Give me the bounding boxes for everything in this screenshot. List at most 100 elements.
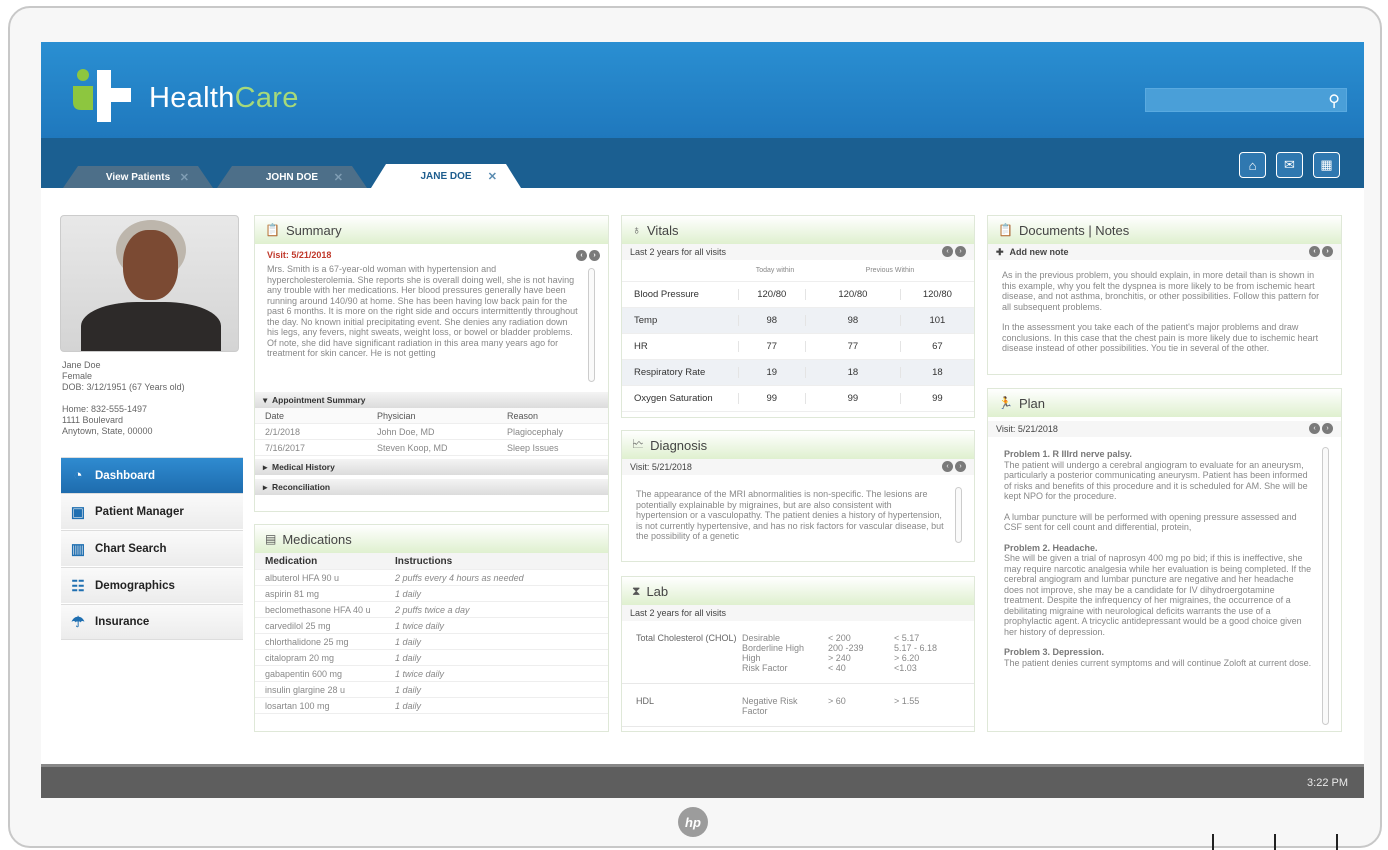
prev-arrow-icon[interactable]: ‹ [942, 461, 953, 472]
summary-panel: 📋 Summary Visit: 5/21/2018 ‹ › Mrs. Smith i… [254, 215, 609, 512]
patient-contact: Home: 832-555-1497 1111 Boulevard Anytow… [62, 404, 153, 437]
nav-dashboard[interactable]: ◔ Dashboard [61, 457, 243, 493]
tab-view-patients[interactable]: View Patients ✕ [63, 166, 213, 188]
patient-address2: Anytown, State, 00000 [62, 426, 153, 436]
lab-table: Total Cholesterol (CHOL) Desirable Border… [622, 621, 974, 727]
healthcare-logo [73, 69, 131, 122]
diagnosis-visit: Visit: 5/21/2018 ‹ › [622, 459, 974, 475]
appointment-row[interactable]: 7/16/2017 Steven Koop, MD Sleep Issues [255, 440, 608, 456]
vitals-row: Respiratory Rate 19 18 18 [622, 360, 974, 386]
medications-title: Medications [282, 531, 352, 547]
stethoscope-icon: ♁ [632, 223, 641, 237]
note-paragraph-1: As in the previous problem, you should e… [1002, 270, 1320, 312]
lab-panel: ⧗ Lab Last 2 years for all visits Total C… [621, 576, 975, 732]
briefcase-icon: ▣ [70, 503, 86, 521]
nav-demographics[interactable]: ☷ Demographics [61, 567, 243, 603]
patient-identity: Jane Doe Female DOB: 3/12/1951 (67 Years… [62, 360, 185, 393]
medication-row[interactable]: losartan 100 mg 1 daily [255, 698, 608, 714]
appointment-header: Date Physician Reason [255, 408, 608, 424]
medical-history-toggle[interactable]: ▸ Medical History [255, 459, 608, 475]
mail-icon[interactable]: ✉ [1276, 152, 1303, 178]
medications-header: Medication Instructions [255, 553, 608, 570]
medication-row[interactable]: carvedilol 25 mg 1 twice daily [255, 618, 608, 634]
nav-insurance[interactable]: ☂ Insurance [61, 604, 243, 640]
documents-panel: 📋 Documents | Notes ✚ Add new note ‹ › As in… [987, 215, 1342, 375]
stand-leg [1274, 834, 1276, 850]
patient-sex: Female [62, 371, 93, 381]
calendar-icon[interactable]: ▦ [1313, 152, 1340, 178]
app-screen: HealthCare ⚲ View Patients ✕ JOHN DOE ✕ JA… [41, 42, 1364, 798]
plan-panel: 🏃 Plan Visit: 5/21/2018 ‹ › Problem 1. R II… [987, 388, 1342, 732]
app-header: HealthCare ⚲ [41, 42, 1364, 138]
pill-bottle-icon: ▤ [265, 532, 277, 546]
document-icon: 📋 [998, 223, 1013, 237]
lab-title: Lab [646, 583, 669, 599]
clock: 3:22 PM [1307, 777, 1348, 789]
next-arrow-icon[interactable]: › [589, 250, 600, 261]
bar-chart-icon: ▥ [70, 540, 86, 558]
vitals-row: Temp 98 98 101 [622, 308, 974, 334]
nav-patient-manager[interactable]: ▣ Patient Manager [61, 493, 243, 529]
medication-row[interactable]: aspirin 81 mg 1 daily [255, 586, 608, 602]
close-icon[interactable]: ✕ [334, 171, 343, 184]
search-icon[interactable]: ⚲ [1328, 91, 1340, 111]
medication-row[interactable]: gabapentin 600 mg 1 twice daily [255, 666, 608, 682]
medication-row[interactable]: insulin glargine 28 u1 daily [255, 682, 608, 698]
prev-arrow-icon[interactable]: ‹ [1309, 246, 1320, 257]
lab-subheader: Last 2 years for all visits [622, 605, 974, 621]
speedometer-icon: ◔ [73, 467, 83, 484]
medication-row[interactable]: citalopram 20 mg 1 daily [255, 650, 608, 666]
next-arrow-icon[interactable]: › [955, 461, 966, 472]
stand-leg [1336, 834, 1338, 850]
tab-john-doe[interactable]: JOHN DOE ✕ [217, 166, 367, 188]
prev-arrow-icon[interactable]: ‹ [576, 250, 587, 261]
summary-scrollbar[interactable] [588, 268, 595, 382]
close-icon[interactable]: ✕ [488, 170, 497, 183]
plan-scrollbar[interactable] [1322, 447, 1329, 725]
hp-logo: hp [678, 807, 708, 837]
patient-name: Jane Doe [62, 360, 101, 370]
patient-address1: 1111 Boulevard [62, 415, 124, 425]
appointment-row[interactable]: 2/1/2018 John Doe, MD Plagiocephaly [255, 424, 608, 440]
close-icon[interactable]: ✕ [180, 171, 189, 184]
next-arrow-icon[interactable]: › [1322, 246, 1333, 257]
medication-row[interactable]: albuterol HFA 90 u2 puffs every 4 hours … [255, 570, 608, 586]
umbrella-icon: ☂ [71, 614, 85, 631]
medication-row[interactable]: chlorthalidone 25 mg 1 daily [255, 634, 608, 650]
medication-row[interactable]: beclomethasone HFA 40 u2 puffs twice a d… [255, 602, 608, 618]
home-icon[interactable]: ⌂ [1239, 152, 1266, 178]
lab-row: Total Cholesterol (CHOL) Desirable Border… [622, 621, 974, 684]
vitals-row: Oxygen Saturation 99 99 99 [622, 386, 974, 412]
prev-arrow-icon[interactable]: ‹ [1309, 423, 1320, 434]
summary-text: Mrs. Smith is a 67-year-old woman with h… [267, 264, 578, 358]
tab-jane-doe[interactable]: JANE DOE ✕ [371, 164, 521, 188]
nav-chart-search[interactable]: ▥ Chart Search [61, 530, 243, 566]
add-note-button[interactable]: ✚ Add new note ‹ › [988, 244, 1341, 260]
plan-title: Plan [1018, 395, 1045, 411]
vitals-row: Blood Pressure 120/80 120/80 120/80 [622, 282, 974, 308]
search-input[interactable]: ⚲ [1145, 88, 1347, 112]
next-arrow-icon[interactable]: › [1322, 423, 1333, 434]
medications-panel: ▤ Medications Medication Instructions albu… [254, 524, 609, 732]
next-arrow-icon[interactable]: › [955, 246, 966, 257]
hourglass-icon: ⧗ [632, 583, 641, 598]
note-paragraph-2: In the assessment you take each of the p… [1002, 322, 1319, 353]
people-icon: ☷ [71, 577, 85, 595]
patient-photo [60, 215, 239, 352]
plus-icon: ✚ [996, 246, 1004, 257]
running-person-icon: 🏃 [998, 396, 1013, 410]
prev-arrow-icon[interactable]: ‹ [942, 246, 953, 257]
lab-row: HDL Negative Risk Factor > 60 > 1.55 [622, 684, 974, 727]
diagnosis-title: Diagnosis [650, 437, 708, 453]
clipboard-icon: 📋 [265, 223, 280, 237]
diagnosis-panel: 🗠 Diagnosis Visit: 5/21/2018 ‹ › The appear… [621, 430, 975, 562]
vitals-subheader: Last 2 years for all visits ‹ › [622, 244, 974, 260]
reconciliation-toggle[interactable]: ▸ Reconciliation [255, 479, 608, 495]
appointment-summary-toggle[interactable]: ▾ Appointment Summary [255, 392, 608, 408]
medications-list: albuterol HFA 90 u2 puffs every 4 hours … [255, 570, 608, 714]
diagnosis-scrollbar[interactable] [955, 487, 962, 543]
patient-dob: DOB: 3/12/1951 (67 Years old) [62, 382, 185, 392]
vitals-panel: ♁ Vitals Last 2 years for all visits ‹ › To… [621, 215, 975, 418]
patient-phone: Home: 832-555-1497 [62, 404, 148, 414]
vitals-table: Blood Pressure 120/80 120/80 120/80 Temp 98 98… [622, 282, 974, 412]
